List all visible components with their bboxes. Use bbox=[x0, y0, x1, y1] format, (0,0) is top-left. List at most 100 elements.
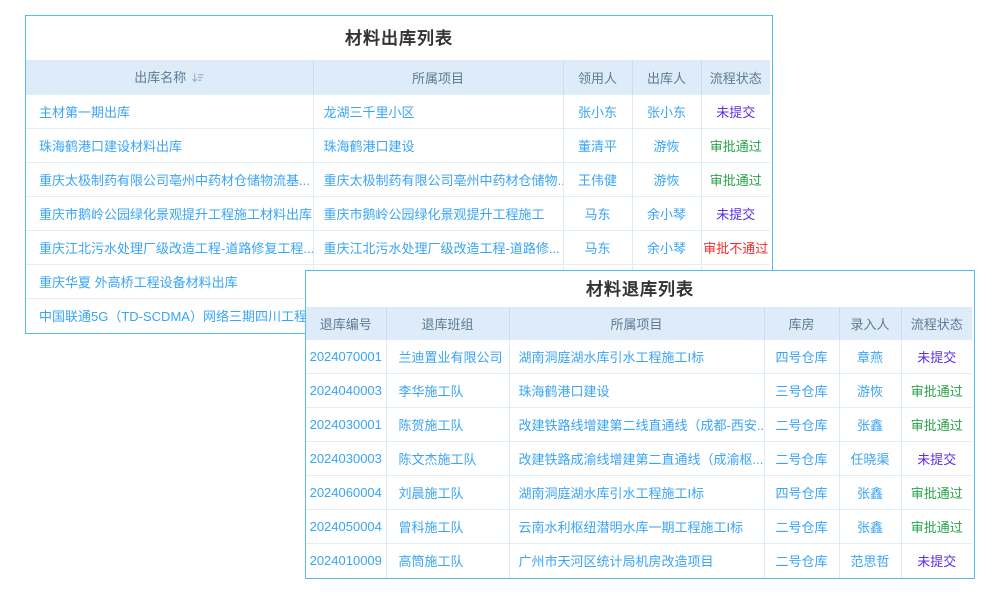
return-team-cell: 曾科施工队 bbox=[386, 510, 509, 544]
return-table-panel: 材料退库列表 退库编号 退库班组 所属项目 库房 录入人 流程状态 202407… bbox=[305, 270, 975, 579]
table-row: 2024030001 陈贺施工队 改建铁路线增建第二线直通线（成都-西安... … bbox=[306, 408, 972, 442]
return-col-header-project: 所属项目 bbox=[509, 307, 764, 340]
status-badge: 未提交 bbox=[701, 95, 770, 129]
status-badge: 未提交 bbox=[701, 197, 770, 231]
outbound-col-header-status: 流程状态 bbox=[701, 60, 770, 95]
outbound-col-header-name[interactable]: 出库名称 bbox=[26, 60, 313, 95]
return-warehouse-cell: 二号仓库 bbox=[764, 544, 839, 578]
outbound-col-header-name-label: 出库名称 bbox=[134, 70, 186, 85]
status-badge: 未提交 bbox=[901, 442, 972, 476]
outbound-issuer-cell: 游恢 bbox=[632, 163, 701, 197]
return-recorder-cell: 游恢 bbox=[839, 374, 901, 408]
outbound-issuer-cell: 张小东 bbox=[632, 95, 701, 129]
status-badge: 未提交 bbox=[901, 544, 972, 578]
return-code-link[interactable]: 2024050004 bbox=[306, 510, 386, 544]
outbound-recipient-cell: 张小东 bbox=[563, 95, 632, 129]
return-project-cell: 改建铁路成渝线增建第二直通线（成渝枢... bbox=[509, 442, 764, 476]
return-recorder-cell: 张鑫 bbox=[839, 476, 901, 510]
return-recorder-cell: 张鑫 bbox=[839, 510, 901, 544]
status-badge: 审批通过 bbox=[701, 163, 770, 197]
outbound-name-link[interactable]: 重庆太极制药有限公司亳州中药材仓储物流基... bbox=[26, 163, 313, 197]
return-warehouse-cell: 四号仓库 bbox=[764, 476, 839, 510]
return-team-cell: 陈文杰施工队 bbox=[386, 442, 509, 476]
table-row: 重庆江北污水处理厂级改造工程-道路修复工程... 重庆江北污水处理厂级改造工程-… bbox=[26, 231, 770, 265]
return-team-cell: 高筒施工队 bbox=[386, 544, 509, 578]
return-warehouse-cell: 二号仓库 bbox=[764, 442, 839, 476]
outbound-project-cell: 龙湖三千里小区 bbox=[313, 95, 563, 129]
outbound-recipient-cell: 董清平 bbox=[563, 129, 632, 163]
outbound-name-link[interactable]: 重庆江北污水处理厂级改造工程-道路修复工程... bbox=[26, 231, 313, 265]
return-code-link[interactable]: 2024070001 bbox=[306, 340, 386, 374]
return-project-cell: 改建铁路线增建第二线直通线（成都-西安... bbox=[509, 408, 764, 442]
status-badge: 审批通过 bbox=[901, 374, 972, 408]
return-warehouse-cell: 三号仓库 bbox=[764, 374, 839, 408]
return-col-header-code: 退库编号 bbox=[306, 307, 386, 340]
sort-descending-icon[interactable] bbox=[191, 71, 204, 87]
return-team-cell: 李华施工队 bbox=[386, 374, 509, 408]
return-project-cell: 湖南洞庭湖水库引水工程施工I标 bbox=[509, 476, 764, 510]
table-row: 主材第一期出库 龙湖三千里小区 张小东 张小东 未提交 bbox=[26, 95, 770, 129]
return-code-link[interactable]: 2024060004 bbox=[306, 476, 386, 510]
outbound-name-link[interactable]: 中国联通5G（TD-SCDMA）网络三期四川工程... bbox=[26, 299, 313, 333]
return-code-link[interactable]: 2024030003 bbox=[306, 442, 386, 476]
return-warehouse-cell: 二号仓库 bbox=[764, 408, 839, 442]
return-recorder-cell: 张鑫 bbox=[839, 408, 901, 442]
return-col-header-status: 流程状态 bbox=[901, 307, 972, 340]
status-badge: 审批通过 bbox=[901, 510, 972, 544]
outbound-issuer-cell: 游恢 bbox=[632, 129, 701, 163]
outbound-project-cell: 重庆太极制药有限公司亳州中药材仓储物... bbox=[313, 163, 563, 197]
return-table-title: 材料退库列表 bbox=[306, 271, 974, 307]
outbound-name-link[interactable]: 重庆华夏 外高桥工程设备材料出库 bbox=[26, 265, 313, 299]
outbound-project-cell: 珠海鹤港口建设 bbox=[313, 129, 563, 163]
table-row: 珠海鹤港口建设材料出库 珠海鹤港口建设 董清平 游恢 审批通过 bbox=[26, 129, 770, 163]
outbound-table-title: 材料出库列表 bbox=[26, 16, 772, 60]
return-col-header-recorder: 录入人 bbox=[839, 307, 901, 340]
table-row: 2024050004 曾科施工队 云南水利枢纽潜明水库一期工程施工I标 二号仓库… bbox=[306, 510, 972, 544]
return-header-row: 退库编号 退库班组 所属项目 库房 录入人 流程状态 bbox=[306, 307, 972, 340]
outbound-project-cell: 重庆市鹅岭公园绿化景观提升工程施工 bbox=[313, 197, 563, 231]
return-project-cell: 云南水利枢纽潜明水库一期工程施工I标 bbox=[509, 510, 764, 544]
outbound-header-row: 出库名称 所属项目 领用人 出库人 流程状态 bbox=[26, 60, 770, 95]
return-project-cell: 珠海鹤港口建设 bbox=[509, 374, 764, 408]
outbound-recipient-cell: 马东 bbox=[563, 231, 632, 265]
return-warehouse-cell: 二号仓库 bbox=[764, 510, 839, 544]
outbound-col-header-recipient: 领用人 bbox=[563, 60, 632, 95]
outbound-project-cell: 重庆江北污水处理厂级改造工程-道路修... bbox=[313, 231, 563, 265]
return-team-cell: 兰迪置业有限公司 bbox=[386, 340, 509, 374]
return-code-link[interactable]: 2024010009 bbox=[306, 544, 386, 578]
return-code-link[interactable]: 2024030001 bbox=[306, 408, 386, 442]
return-warehouse-cell: 四号仓库 bbox=[764, 340, 839, 374]
outbound-name-link[interactable]: 重庆市鹅岭公园绿化景观提升工程施工材料出库 bbox=[26, 197, 313, 231]
outbound-col-header-project: 所属项目 bbox=[313, 60, 563, 95]
table-row: 2024060004 刘晨施工队 湖南洞庭湖水库引水工程施工I标 四号仓库 张鑫… bbox=[306, 476, 972, 510]
table-row: 2024070001 兰迪置业有限公司 湖南洞庭湖水库引水工程施工I标 四号仓库… bbox=[306, 340, 972, 374]
outbound-name-link[interactable]: 珠海鹤港口建设材料出库 bbox=[26, 129, 313, 163]
return-recorder-cell: 范思哲 bbox=[839, 544, 901, 578]
return-project-cell: 广州市天河区统计局机房改造项目 bbox=[509, 544, 764, 578]
return-project-cell: 湖南洞庭湖水库引水工程施工I标 bbox=[509, 340, 764, 374]
status-badge: 未提交 bbox=[901, 340, 972, 374]
return-team-cell: 陈贺施工队 bbox=[386, 408, 509, 442]
outbound-issuer-cell: 余小琴 bbox=[632, 197, 701, 231]
outbound-name-link[interactable]: 主材第一期出库 bbox=[26, 95, 313, 129]
outbound-recipient-cell: 马东 bbox=[563, 197, 632, 231]
return-col-header-warehouse: 库房 bbox=[764, 307, 839, 340]
table-row: 2024040003 李华施工队 珠海鹤港口建设 三号仓库 游恢 审批通过 bbox=[306, 374, 972, 408]
return-team-cell: 刘晨施工队 bbox=[386, 476, 509, 510]
outbound-col-header-issuer: 出库人 bbox=[632, 60, 701, 95]
return-recorder-cell: 任晓渠 bbox=[839, 442, 901, 476]
return-recorder-cell: 章燕 bbox=[839, 340, 901, 374]
return-code-link[interactable]: 2024040003 bbox=[306, 374, 386, 408]
table-row: 重庆市鹅岭公园绿化景观提升工程施工材料出库 重庆市鹅岭公园绿化景观提升工程施工 … bbox=[26, 197, 770, 231]
outbound-recipient-cell: 王伟健 bbox=[563, 163, 632, 197]
table-row: 2024010009 高筒施工队 广州市天河区统计局机房改造项目 二号仓库 范思… bbox=[306, 544, 972, 578]
return-col-header-team: 退库班组 bbox=[386, 307, 509, 340]
status-badge: 审批通过 bbox=[901, 408, 972, 442]
status-badge: 审批不通过 bbox=[701, 231, 770, 265]
table-row: 重庆太极制药有限公司亳州中药材仓储物流基... 重庆太极制药有限公司亳州中药材仓… bbox=[26, 163, 770, 197]
outbound-issuer-cell: 余小琴 bbox=[632, 231, 701, 265]
status-badge: 审批通过 bbox=[901, 476, 972, 510]
return-table: 退库编号 退库班组 所属项目 库房 录入人 流程状态 2024070001 兰迪… bbox=[306, 307, 972, 578]
table-row: 2024030003 陈文杰施工队 改建铁路成渝线增建第二直通线（成渝枢... … bbox=[306, 442, 972, 476]
status-badge: 审批通过 bbox=[701, 129, 770, 163]
